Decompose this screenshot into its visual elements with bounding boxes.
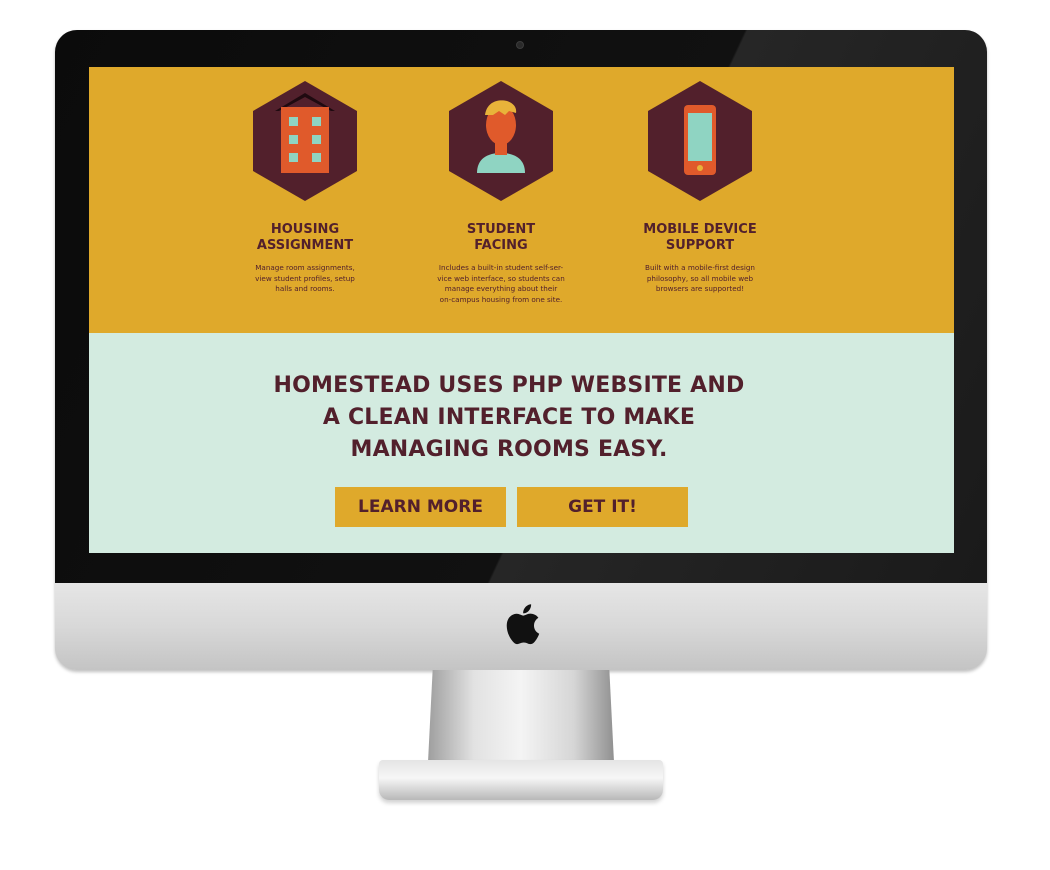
- feature-description: Includes a built-in student self-ser- vi…: [437, 263, 565, 304]
- monitor-stand-base: [379, 760, 663, 800]
- student-icon: [449, 81, 553, 201]
- get-it-button[interactable]: GET IT!: [517, 487, 688, 527]
- feature-description: Manage room assignments, view student pr…: [255, 263, 355, 293]
- features-section: HOUSING ASSIGNMENT Manage room assignmen…: [89, 67, 954, 333]
- camera-icon: [516, 41, 524, 49]
- learn-more-button[interactable]: LEARN MORE: [335, 487, 506, 527]
- mobile-phone-icon: [648, 81, 752, 201]
- feature-title: MOBILE DEVICE SUPPORT: [643, 222, 757, 253]
- website-screen: HOUSING ASSIGNMENT Manage room assignmen…: [89, 67, 954, 553]
- apple-logo-icon: [506, 604, 540, 645]
- building-icon: [253, 81, 357, 201]
- feature-description: Built with a mobile-first design philoso…: [645, 263, 755, 293]
- feature-title: STUDENT FACING: [466, 222, 536, 253]
- call-to-action-section: HOMESTEAD USES PHP WEBSITE AND A CLEAN I…: [89, 333, 954, 553]
- cta-headline: HOMESTEAD USES PHP WEBSITE AND A CLEAN I…: [273, 373, 745, 462]
- feature-title: HOUSING ASSIGNMENT: [256, 222, 354, 253]
